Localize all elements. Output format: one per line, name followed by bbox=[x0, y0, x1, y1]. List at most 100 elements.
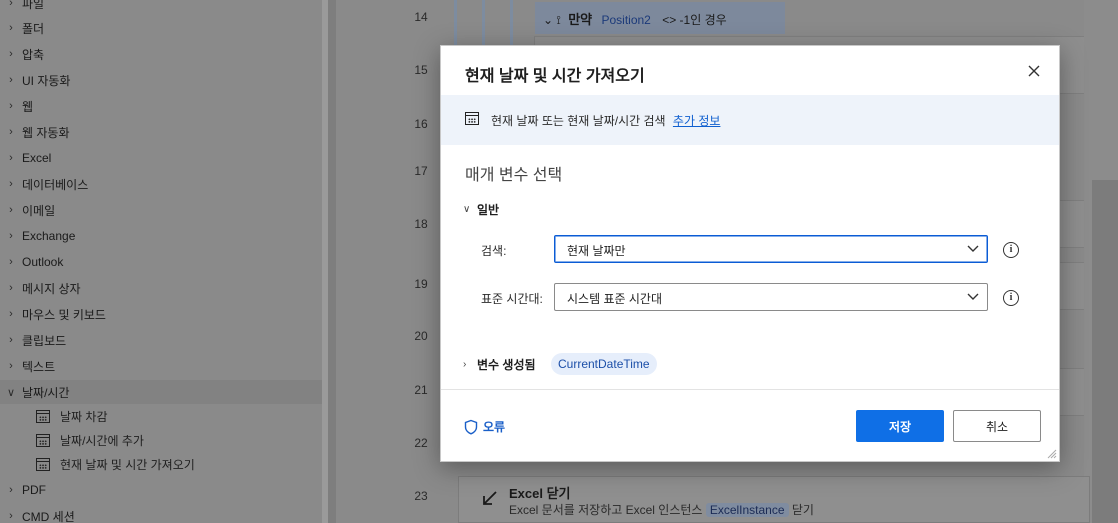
sidebar-item-label: Exchange bbox=[22, 229, 76, 243]
general-section-label: 일반 bbox=[477, 203, 500, 217]
line-number: 14 bbox=[414, 10, 428, 24]
on-error-button[interactable]: 오류 bbox=[463, 418, 505, 435]
sidebar-item-label: Outlook bbox=[22, 255, 64, 269]
sidebar-item[interactable]: › 클립보드 bbox=[0, 328, 322, 352]
line-number: 21 bbox=[414, 383, 428, 397]
chevron-right-icon: › bbox=[9, 204, 13, 216]
sidebar-item-label: 폴더 bbox=[22, 21, 45, 36]
sidebar-item[interactable]: › 폴더 bbox=[0, 16, 322, 40]
output-variable-chip[interactable]: CurrentDateTime bbox=[551, 353, 657, 375]
chevron-down-icon bbox=[967, 245, 979, 252]
sidebar-item[interactable]: › 데이터베이스 bbox=[0, 172, 322, 196]
excel-close-title: Excel 닫기 bbox=[509, 486, 571, 501]
chevron-right-icon: › bbox=[9, 152, 13, 164]
sidebar-item[interactable]: ∨ 날짜/시간 bbox=[0, 380, 322, 404]
info-icon[interactable]: i bbox=[1003, 242, 1019, 258]
sidebar-item-label: PDF bbox=[22, 483, 46, 497]
chevron-down-icon: ∨ bbox=[463, 204, 471, 215]
chevron-right-icon: › bbox=[9, 510, 13, 522]
chevron-right-icon: › bbox=[9, 282, 13, 294]
chevron-right-icon: › bbox=[9, 22, 13, 34]
footer-divider bbox=[441, 389, 1059, 390]
get-current-datetime-dialog: 현재 날짜 및 시간 가져오기 현재 날짜 또는 현재 날짜/시간 검색 추가 … bbox=[440, 45, 1060, 462]
if-condition: <> -1인 경우 bbox=[662, 13, 727, 27]
general-section-toggle[interactable]: ∨ 일반 bbox=[463, 201, 499, 218]
info-banner: 현재 날짜 또는 현재 날짜/시간 검색 추가 정보 bbox=[441, 95, 1059, 145]
close-icon[interactable] bbox=[1025, 62, 1043, 80]
if-condition-block[interactable]: ⌄ ⟟ 만약 Position2 <> -1인 경우 bbox=[535, 2, 785, 34]
scrollbar-thumb[interactable] bbox=[1092, 180, 1118, 523]
chevron-down-icon bbox=[967, 293, 979, 300]
flow-scrollbar[interactable] bbox=[1084, 0, 1118, 523]
sidebar-item-label: UI 자동화 bbox=[22, 73, 71, 88]
sidebar-item[interactable]: › Exchange bbox=[0, 224, 322, 248]
sidebar-item-label: 메시지 상자 bbox=[22, 281, 81, 296]
excel-close-action[interactable]: Excel 닫기 Excel 문서를 저장하고 Excel 인스턴스 Excel… bbox=[458, 476, 1090, 523]
search-select[interactable]: 현재 날짜만 bbox=[554, 235, 988, 263]
calendar-icon bbox=[36, 409, 50, 423]
sidebar-item-label: 데이터베이스 bbox=[22, 177, 89, 192]
cancel-button[interactable]: 취소 bbox=[953, 410, 1041, 442]
chevron-right-icon: › bbox=[9, 334, 13, 346]
shield-icon bbox=[464, 419, 478, 435]
sidebar-item[interactable]: › CMD 세션 bbox=[0, 504, 322, 523]
sidebar-item-label: 클립보드 bbox=[22, 333, 67, 348]
variables-section-toggle[interactable]: › 변수 생성됨 bbox=[463, 356, 536, 373]
sidebar-item[interactable]: › PDF bbox=[0, 478, 322, 502]
calendar-icon bbox=[465, 112, 479, 125]
chevron-right-icon: › bbox=[463, 359, 467, 370]
sidebar-item-label: 날짜/시간 bbox=[22, 385, 70, 400]
sidebar-action-item[interactable]: 현재 날짜 및 시간 가져오기 bbox=[36, 452, 195, 476]
resize-grip-icon[interactable] bbox=[1047, 449, 1057, 459]
more-info-link[interactable]: 추가 정보 bbox=[673, 114, 721, 128]
sidebar-item-label: 웹 자동화 bbox=[22, 125, 70, 140]
sidebar-item-label: 마우스 및 키보드 bbox=[22, 307, 106, 322]
timezone-select[interactable]: 시스템 표준 시간대 bbox=[554, 283, 988, 311]
info-text: 현재 날짜 또는 현재 날짜/시간 검색 bbox=[491, 114, 666, 128]
chevron-right-icon: › bbox=[9, 308, 13, 320]
timezone-select-value: 시스템 표준 시간대 bbox=[567, 292, 662, 306]
if-keyword: 만약 bbox=[568, 12, 593, 27]
line-number: 16 bbox=[414, 117, 428, 131]
sidebar-action-label: 날짜/시간에 추가 bbox=[60, 433, 144, 448]
line-number: 19 bbox=[414, 277, 428, 291]
info-icon[interactable]: i bbox=[1003, 290, 1019, 306]
line-number: 20 bbox=[414, 329, 428, 343]
sidebar-item[interactable]: › 파일 bbox=[0, 0, 322, 15]
sidebar-action-item[interactable]: 날짜 차감 bbox=[36, 404, 108, 428]
chevron-right-icon: › bbox=[9, 178, 13, 190]
calendar-icon bbox=[36, 457, 50, 471]
chevron-down-icon[interactable]: ⌄ bbox=[543, 13, 553, 27]
chevron-right-icon: › bbox=[9, 100, 13, 112]
line-number: 17 bbox=[414, 164, 428, 178]
line-number: 18 bbox=[414, 217, 428, 231]
sidebar-item-label: 텍스트 bbox=[22, 359, 56, 374]
sidebar-item-label: CMD 세션 bbox=[22, 509, 75, 523]
chevron-right-icon: › bbox=[9, 74, 13, 86]
sidebar-item[interactable]: › 이메일 bbox=[0, 198, 322, 222]
sidebar-item[interactable]: › Excel bbox=[0, 146, 322, 170]
sidebar-item[interactable]: › 메시지 상자 bbox=[0, 276, 322, 300]
timezone-field-label: 표준 시간대: bbox=[481, 292, 543, 306]
sidebar-action-item[interactable]: 날짜/시간에 추가 bbox=[36, 428, 144, 452]
chevron-right-icon: › bbox=[9, 0, 13, 9]
sidebar-item[interactable]: › 압축 bbox=[0, 42, 322, 66]
search-select-value: 현재 날짜만 bbox=[567, 244, 626, 258]
excel-close-description: Excel 문서를 저장하고 Excel 인스턴스 ExcelInstance … bbox=[509, 501, 814, 518]
sidebar-item[interactable]: › Outlook bbox=[0, 250, 322, 274]
sidebar-item[interactable]: › 웹 자동화 bbox=[0, 120, 322, 144]
sidebar-item[interactable]: › 마우스 및 키보드 bbox=[0, 302, 322, 326]
variables-section-label: 변수 생성됨 bbox=[477, 358, 536, 372]
line-number: 15 bbox=[414, 63, 428, 77]
line-number-gutter: 14 15 16 17 18 19 20 21 22 23 bbox=[328, 0, 434, 523]
sidebar-item[interactable]: › 텍스트 bbox=[0, 354, 322, 378]
sidebar-action-label: 날짜 차감 bbox=[60, 409, 108, 424]
chevron-right-icon: › bbox=[9, 484, 13, 496]
save-button[interactable]: 저장 bbox=[856, 410, 944, 442]
sidebar-item[interactable]: › 웹 bbox=[0, 94, 322, 118]
sidebar-item-label: 이메일 bbox=[22, 203, 56, 218]
chevron-right-icon: › bbox=[9, 360, 13, 372]
sidebar-item[interactable]: › UI 자동화 bbox=[0, 68, 322, 92]
excel-close-desc-suffix: 닫기 bbox=[791, 503, 814, 517]
sidebar-item-label: Excel bbox=[22, 151, 52, 165]
